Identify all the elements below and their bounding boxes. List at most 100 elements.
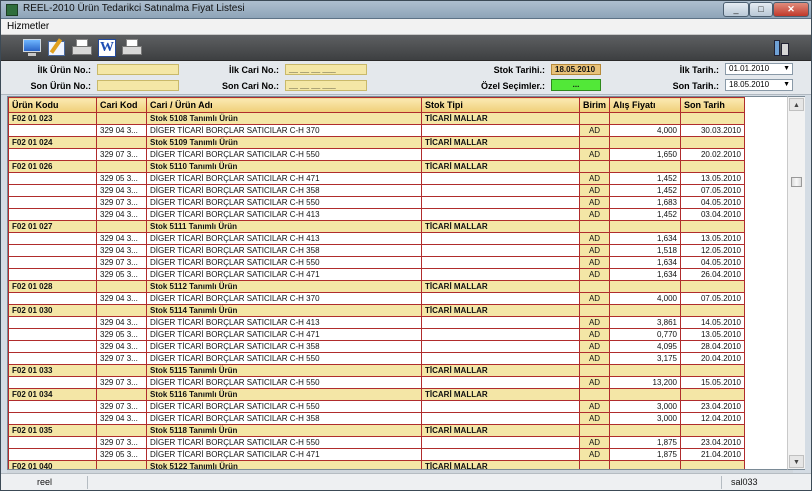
close-button[interactable]: ✕ — [773, 2, 809, 17]
column-purchase-price-cell — [609, 388, 681, 401]
column-product-code-cell — [8, 256, 97, 269]
edit-icon[interactable] — [46, 38, 68, 58]
column-name-cell: DİGER TİCARİ BORÇLAR SATICILAR C-H 471 — [146, 448, 422, 461]
maximize-button[interactable]: □ — [749, 2, 773, 17]
column-unit-cell: AD — [579, 340, 610, 353]
column-stock-type-cell: TİCARİ MALLAR — [421, 160, 580, 173]
product-group-row[interactable]: F02 01 030 Stok 5114 Tanımlı Ürün TİCARİ M… — [8, 304, 745, 317]
first-date-select[interactable]: 01.01.2010 ▼ — [725, 63, 793, 75]
title-bar[interactable]: REEL-2010 Ürün Tedarikci Satınalma Fiyat… — [1, 1, 811, 19]
last-product-input[interactable] — [97, 80, 179, 91]
column-purchase-price-header[interactable]: Alış Fiyatı — [609, 97, 681, 113]
column-unit-header[interactable]: Birim — [579, 97, 610, 113]
product-group-row[interactable]: F02 01 034 Stok 5116 Tanımlı Ürün TİCARİ M… — [8, 388, 745, 401]
column-stock-type-cell — [421, 436, 580, 449]
special-selections-button[interactable]: ... — [551, 79, 601, 91]
table-row[interactable]: 329 05 3... DİGER TİCARİ BORÇLAR SATICILA… — [8, 328, 745, 341]
table-row[interactable]: 329 05 3... DİGER TİCARİ BORÇLAR SATICILA… — [8, 448, 745, 461]
column-last-date-header[interactable]: Son Tarih — [680, 97, 745, 113]
column-account-code-cell: 329 04 3... — [96, 316, 147, 329]
first-account-input[interactable]: __ __ __ ___ — [285, 64, 367, 75]
column-stock-type-header[interactable]: Stok Tipi — [421, 97, 580, 113]
column-account-code-cell — [96, 364, 147, 377]
price-list-grid[interactable]: Ürün Kodu Cari Kod Cari / Ürün Adı Stok Tip… — [7, 96, 793, 470]
column-account-code-header[interactable]: Cari Kod — [96, 97, 147, 113]
print-preview-icon[interactable] — [71, 38, 93, 58]
column-name-cell: Stok 5110 Tanımlı Ürün — [146, 160, 422, 173]
product-group-row[interactable]: F02 01 027 Stok 5111 Tanımlı Ürün TİCARİ M… — [8, 220, 745, 233]
table-row[interactable]: 329 04 3... DİGER TİCARİ BORÇLAR SATICILA… — [8, 232, 745, 245]
column-product-code-cell: F02 01 033 — [8, 364, 97, 377]
table-row[interactable]: 329 04 3... DİGER TİCARİ BORÇLAR SATICILA… — [8, 340, 745, 353]
column-stock-type-cell: TİCARİ MALLAR — [421, 364, 580, 377]
column-name-cell: Stok 5118 Tanımlı Ürün — [146, 424, 422, 437]
last-date-select[interactable]: 18.05.2010 ▼ — [725, 79, 793, 91]
scroll-thumb[interactable] — [791, 177, 802, 187]
table-row[interactable]: 329 05 3... DİGER TİCARİ BORÇLAR SATICILA… — [8, 268, 745, 281]
column-stock-type-cell — [421, 328, 580, 341]
column-stock-type-cell — [421, 196, 580, 209]
word-icon[interactable]: W — [96, 38, 118, 58]
scroll-up-icon[interactable]: ▲ — [789, 98, 804, 111]
column-name-header[interactable]: Cari / Ürün Adı — [146, 97, 422, 113]
column-unit-cell: AD — [579, 316, 610, 329]
column-unit-cell: AD — [579, 196, 610, 209]
table-row[interactable]: 329 07 3... DİGER TİCARİ BORÇLAR SATICILA… — [8, 148, 745, 161]
minimize-button[interactable]: _ — [723, 2, 749, 17]
product-group-row[interactable]: F02 01 024 Stok 5109 Tanımlı Ürün TİCARİ M… — [8, 136, 745, 149]
column-product-code-cell — [8, 208, 97, 221]
column-last-date-cell: 12.05.2010 — [680, 244, 745, 257]
table-row[interactable]: 329 04 3... DİGER TİCARİ BORÇLAR SATICILA… — [8, 208, 745, 221]
column-purchase-price-cell: 4,095 — [609, 340, 681, 353]
column-last-date-cell: 14.05.2010 — [680, 316, 745, 329]
column-unit-cell: AD — [579, 376, 610, 389]
product-group-row[interactable]: F02 01 028 Stok 5112 Tanımlı Ürün TİCARİ M… — [8, 280, 745, 293]
product-group-row[interactable]: F02 01 023 Stok 5108 Tanımlı Ürün TİCARİ M… — [8, 112, 745, 125]
table-row[interactable]: 329 07 3... DİGER TİCARİ BORÇLAR SATICILA… — [8, 352, 745, 365]
column-last-date-cell: 15.05.2010 — [680, 376, 745, 389]
stock-date-input[interactable]: 18.05.2010 — [551, 64, 601, 75]
column-name-cell: DİGER TİCARİ BORÇLAR SATICILAR C-H 471 — [146, 268, 422, 281]
column-product-code-header[interactable]: Ürün Kodu — [8, 97, 97, 113]
table-row[interactable]: 329 04 3... DİGER TİCARİ BORÇLAR SATICILA… — [8, 184, 745, 197]
table-row[interactable]: 329 05 3... DİGER TİCARİ BORÇLAR SATICILA… — [8, 172, 745, 185]
filter-panel: İlk Ürün No.: Son Ürün No.: İlk Cari No.… — [1, 61, 811, 95]
table-row[interactable]: 329 07 3... DİGER TİCARİ BORÇLAR SATICILA… — [8, 436, 745, 449]
column-stock-type-cell — [421, 184, 580, 197]
tools-icon[interactable] — [771, 38, 793, 58]
table-row[interactable]: 329 07 3... DİGER TİCARİ BORÇLAR SATICILA… — [8, 400, 745, 413]
table-row[interactable]: 329 04 3... DİGER TİCARİ BORÇLAR SATICILA… — [8, 124, 745, 137]
monitor-icon[interactable] — [21, 38, 43, 58]
vertical-scrollbar[interactable]: ▲ ▼ — [787, 96, 805, 470]
column-name-cell: Stok 5122 Tanımlı Ürün — [146, 460, 422, 469]
table-row[interactable]: 329 04 3... DİGER TİCARİ BORÇLAR SATICILA… — [8, 316, 745, 329]
product-group-row[interactable]: F02 01 040 Stok 5122 Tanımlı Ürün TİCARİ M… — [8, 460, 745, 469]
table-row[interactable]: 329 04 3... DİGER TİCARİ BORÇLAR SATICILA… — [8, 412, 745, 425]
table-row[interactable]: 329 07 3... DİGER TİCARİ BORÇLAR SATICILA… — [8, 196, 745, 209]
product-group-row[interactable]: F02 01 035 Stok 5118 Tanımlı Ürün TİCARİ M… — [8, 424, 745, 437]
chevron-down-icon[interactable]: ▼ — [783, 80, 790, 90]
first-product-input[interactable] — [97, 64, 179, 75]
column-stock-type-cell — [421, 208, 580, 221]
column-unit-cell: AD — [579, 256, 610, 269]
product-group-row[interactable]: F02 01 026 Stok 5110 Tanımlı Ürün TİCARİ M… — [8, 160, 745, 173]
scroll-down-icon[interactable]: ▼ — [789, 455, 804, 468]
table-row[interactable]: 329 04 3... DİGER TİCARİ BORÇLAR SATICILA… — [8, 244, 745, 257]
status-divider — [87, 476, 88, 489]
column-product-code-cell — [8, 412, 97, 425]
table-row[interactable]: 329 07 3... DİGER TİCARİ BORÇLAR SATICILA… — [8, 376, 745, 389]
column-product-code-cell — [8, 244, 97, 257]
table-row[interactable]: 329 04 3... DİGER TİCARİ BORÇLAR SATICILA… — [8, 292, 745, 305]
last-account-input[interactable]: __ __ __ ___ — [285, 80, 367, 91]
printer-icon[interactable] — [121, 38, 143, 58]
column-product-code-cell: F02 01 023 — [8, 112, 97, 125]
column-last-date-cell — [680, 388, 745, 401]
chevron-down-icon[interactable]: ▼ — [783, 64, 790, 74]
product-group-row[interactable]: F02 01 033 Stok 5115 Tanımlı Ürün TİCARİ M… — [8, 364, 745, 377]
menu-services[interactable]: Hizmetler — [7, 21, 49, 32]
last-date-label: Son Tarih.: — [672, 81, 719, 91]
column-stock-type-cell: TİCARİ MALLAR — [421, 280, 580, 293]
table-row[interactable]: 329 07 3... DİGER TİCARİ BORÇLAR SATICILA… — [8, 256, 745, 269]
table-header-row: Ürün Kodu Cari Kod Cari / Ürün Adı Stok Tip… — [8, 97, 745, 113]
column-stock-type-cell: TİCARİ MALLAR — [421, 112, 580, 125]
